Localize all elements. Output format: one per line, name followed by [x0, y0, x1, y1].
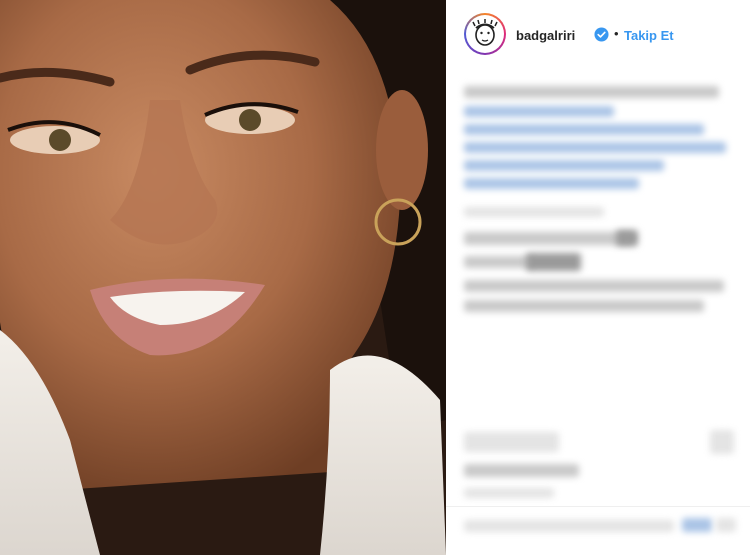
action-icons[interactable]: [464, 432, 559, 452]
post-sidebar: badgalriri • Takip Et: [446, 0, 750, 555]
likes-count: [464, 464, 579, 477]
username[interactable]: badgalriri: [516, 28, 575, 43]
add-comment-input[interactable]: [464, 520, 674, 532]
avatar-doodle: [472, 19, 498, 46]
portrait-image: [0, 0, 446, 555]
post-date: [464, 488, 554, 498]
caption-line: [464, 86, 719, 98]
comment-emoji: [526, 253, 581, 271]
post-comment-button[interactable]: [682, 518, 712, 532]
follow-button[interactable]: Takip Et: [624, 28, 674, 43]
verified-icon: [594, 27, 609, 42]
caption-hashtag-line: [464, 178, 639, 189]
comment-line: [464, 232, 634, 245]
caption-hashtag-line: [464, 160, 664, 171]
avatar-inner: [466, 15, 504, 53]
more-options-icon[interactable]: [716, 518, 736, 532]
comment-emoji: [616, 230, 638, 246]
caption-hashtag-line: [464, 142, 726, 153]
avatar[interactable]: [464, 13, 506, 55]
caption-hashtag-line: [464, 124, 704, 135]
comment-line: [464, 300, 704, 312]
instagram-post: badgalriri • Takip Et: [0, 0, 750, 555]
caption-hashtag-line: [464, 106, 614, 117]
comment-line: [464, 280, 724, 292]
post-header: badgalriri • Takip Et: [446, 0, 750, 70]
caption-timestamp: [464, 207, 604, 217]
post-photo[interactable]: [0, 0, 446, 555]
separator-dot: •: [614, 26, 619, 41]
divider: [446, 506, 750, 507]
bookmark-icon[interactable]: [710, 430, 734, 454]
comment-line: [464, 256, 534, 268]
